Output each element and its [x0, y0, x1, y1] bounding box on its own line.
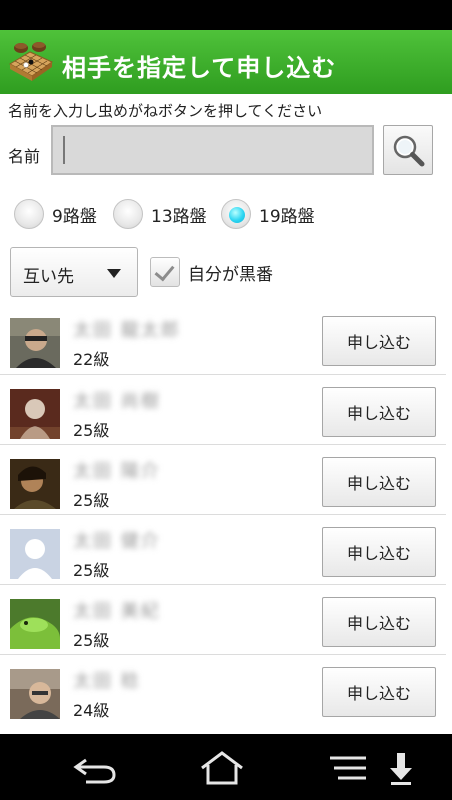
- download-icon[interactable]: [386, 750, 416, 786]
- player-name: 太田 美紀: [73, 601, 161, 622]
- handicap-value: 互い先: [23, 267, 74, 287]
- name-label: 名前: [8, 147, 41, 166]
- app-screen: 相手を指定して申し込む 名前を入力し虫めがねボタンを押してください 名前 9路盤…: [0, 0, 452, 800]
- apply-button[interactable]: 申し込む: [322, 387, 436, 437]
- player-rank: 24級: [73, 701, 110, 720]
- radio-button[interactable]: [113, 199, 143, 229]
- black-checkbox[interactable]: [150, 257, 180, 287]
- radio-label: 9路盤: [52, 206, 97, 227]
- black-checkbox-group[interactable]: 自分が黒番: [150, 257, 273, 287]
- check-icon: [154, 260, 175, 282]
- radio-13ro[interactable]: 13路盤: [113, 196, 207, 232]
- home-icon[interactable]: [198, 750, 246, 786]
- player-avatar: [10, 318, 60, 368]
- radio-9ro[interactable]: 9路盤: [14, 196, 97, 232]
- player-avatar: [10, 599, 60, 649]
- apply-button[interactable]: 申し込む: [322, 457, 436, 507]
- black-checkbox-label: 自分が黒番: [188, 264, 273, 285]
- player-row: 太田 龍太郎 22級 申し込む: [0, 304, 446, 374]
- name-input[interactable]: [51, 125, 374, 175]
- player-rank: 25級: [73, 421, 110, 440]
- player-row: 太田 稔 24級 申し込む: [0, 654, 446, 725]
- apply-button[interactable]: 申し込む: [322, 527, 436, 577]
- handicap-select[interactable]: 互い先: [10, 247, 138, 297]
- dropdown-arrow-icon: [107, 269, 121, 278]
- player-name: 太田 健介: [73, 531, 161, 552]
- player-name: 太田 龍太郎: [73, 320, 181, 341]
- radio-button[interactable]: [14, 199, 44, 229]
- player-rank: 25級: [73, 491, 110, 510]
- back-icon[interactable]: [72, 750, 120, 786]
- navigation-bar: [0, 734, 452, 800]
- player-avatar: [10, 389, 60, 439]
- player-row: 太田 健介 25級 申し込む: [0, 514, 446, 585]
- radio-19ro[interactable]: 19路盤: [221, 196, 315, 232]
- player-avatar: [10, 459, 60, 509]
- player-name: 太田 尚樹: [73, 391, 161, 412]
- player-row: 太田 尚樹 25級 申し込む: [0, 374, 446, 445]
- player-name: 太田 稔: [73, 671, 141, 692]
- player-row: 太田 美紀 25級 申し込む: [0, 584, 446, 655]
- page-title: 相手を指定して申し込む: [62, 54, 337, 82]
- search-button[interactable]: [383, 125, 433, 175]
- apply-button[interactable]: 申し込む: [322, 316, 436, 366]
- player-rank: 25級: [73, 631, 110, 650]
- player-rank: 22級: [73, 350, 110, 369]
- player-rank: 25級: [73, 561, 110, 580]
- status-bar: [0, 0, 452, 30]
- radio-button-selected[interactable]: [221, 199, 251, 229]
- player-name: 太田 陽介: [73, 461, 161, 482]
- search-instruction: 名前を入力し虫めがねボタンを押してください: [8, 102, 323, 120]
- text-cursor: [63, 136, 65, 164]
- player-row: 太田 陽介 25級 申し込む: [0, 444, 446, 515]
- default-avatar-icon: [10, 529, 60, 579]
- radio-label: 13路盤: [151, 206, 207, 227]
- apply-button[interactable]: 申し込む: [322, 667, 436, 717]
- go-board-icon: [8, 42, 54, 81]
- player-avatar: [10, 669, 60, 719]
- magnifier-icon: [393, 135, 425, 167]
- title-bar: 相手を指定して申し込む: [0, 30, 452, 94]
- radio-label: 19路盤: [259, 206, 315, 227]
- apply-button[interactable]: 申し込む: [322, 597, 436, 647]
- menu-icon[interactable]: [324, 750, 372, 786]
